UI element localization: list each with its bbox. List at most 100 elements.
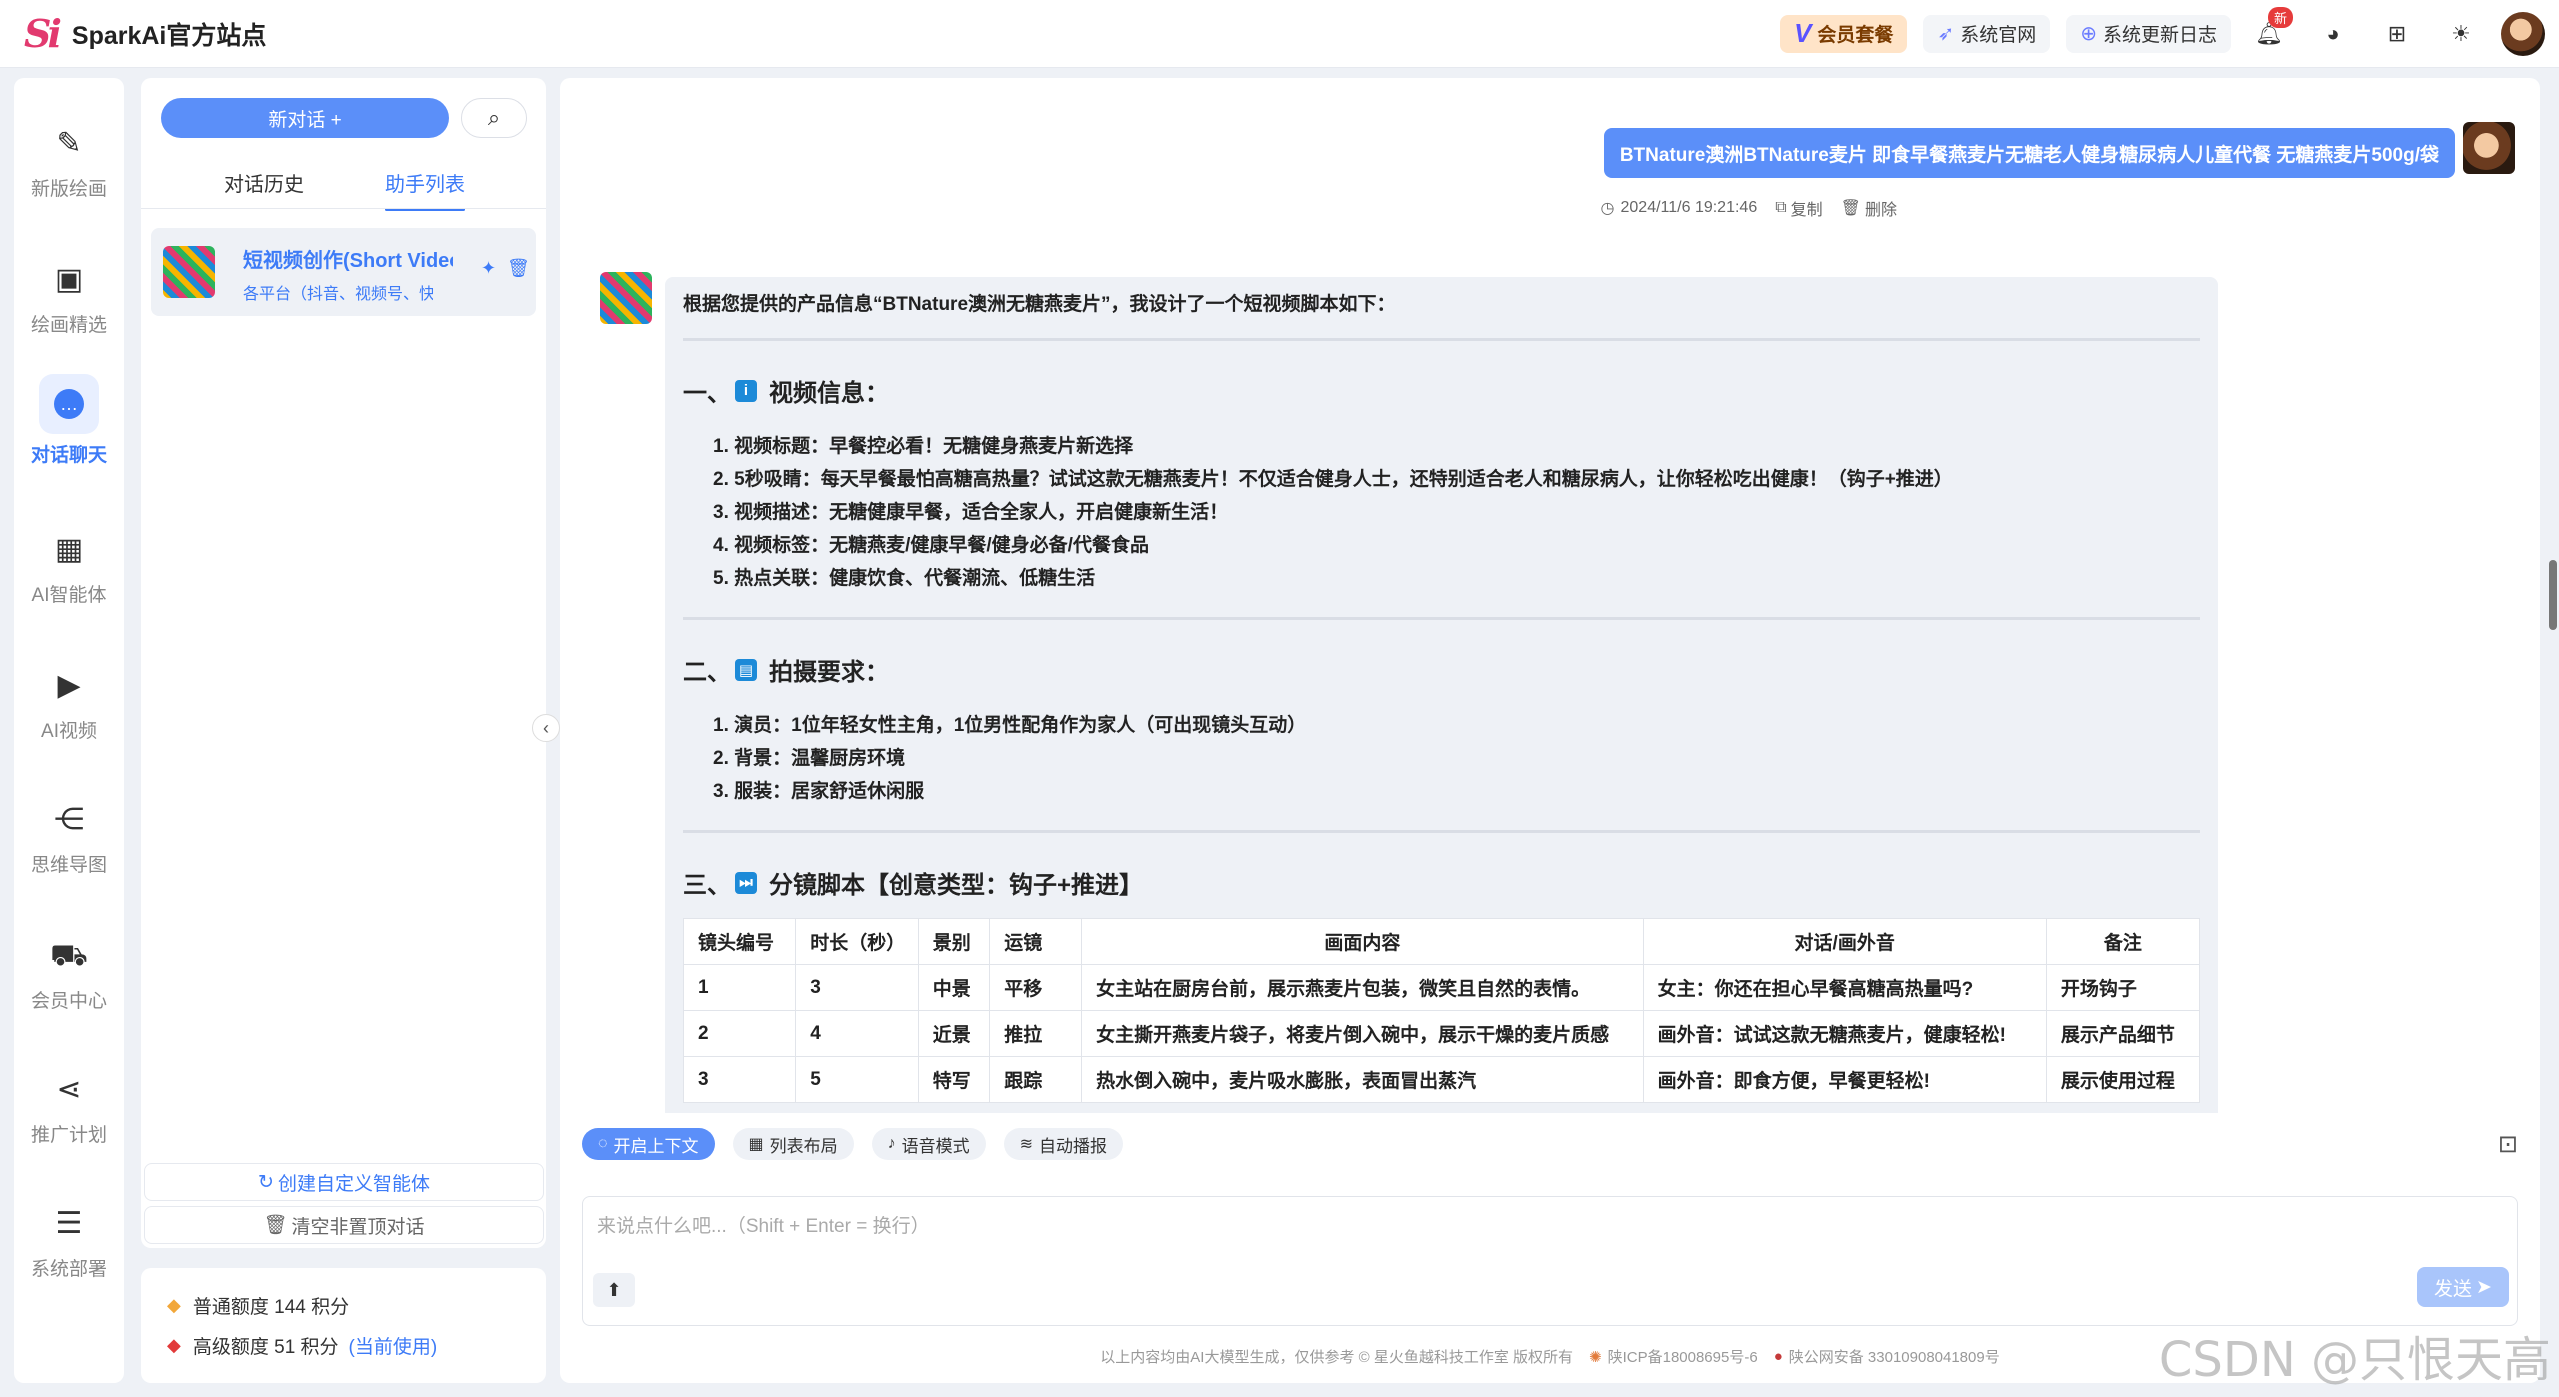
- pin-icon[interactable]: ✦: [481, 258, 496, 279]
- nav-label: 思维导图: [30, 855, 107, 876]
- create-agent-button[interactable]: ↻ 创建自定义智能体: [144, 1163, 544, 1201]
- table-cell: 跟踪: [989, 1056, 1083, 1103]
- normal-quota-text: 普通额度 144 积分: [192, 1297, 350, 1318]
- user-message: BTNature澳洲BTNature麦片 即食早餐燕麦片无糖老人健身糖尿病人儿童…: [1603, 128, 2455, 178]
- footer-disclaimer: 以上内容均由AI大模型生成，仅供参考 © 星火鱼越科技工作室 版权所有: [1100, 1349, 1574, 1366]
- table-cell: 2: [682, 1010, 797, 1057]
- chat-bubble-icon: …: [54, 389, 84, 419]
- tab-history[interactable]: 对话历史: [224, 168, 304, 197]
- send-label: 发送: [2434, 1278, 2473, 1300]
- storyboard-table: 镜头编号 时长（秒） 景别 运镜 画面内容 对话/画外音 备注 1 3 中景 平: [682, 918, 2201, 1103]
- nav-item-referral[interactable]: ⋖ 推广计划: [14, 1070, 124, 1147]
- chat-scroll-area[interactable]: BTNature澳洲BTNature麦片 即食早餐燕麦片无糖老人健身糖尿病人儿童…: [560, 78, 2540, 1113]
- nav-item-agents[interactable]: ▦ AI智能体: [14, 530, 124, 607]
- search-icon: ⌕: [487, 105, 501, 130]
- voice-label: 语音模式: [901, 1136, 970, 1156]
- left-nav: ✎ 新版绘画 ▣ 绘画精选 … 对话聊天 ▦ AI智能体 ▶ AI视频 ⋲ 思维…: [14, 78, 124, 1383]
- chat-input[interactable]: [597, 1211, 2197, 1261]
- table-cell: 近景: [917, 1010, 991, 1057]
- changelog-button[interactable]: ⊕ 系统更新日志: [2066, 14, 2231, 53]
- copy-link[interactable]: 复制: [1791, 196, 1823, 220]
- nav-item-new-drawing[interactable]: ✎ 新版绘画: [14, 124, 124, 201]
- context-toggle[interactable]: ◌ 开启上下文: [582, 1128, 715, 1160]
- bot-message: 根据您提供的产品信息“BTNature澳洲无糖燕麦片”，我设计了一个短视频脚本如…: [665, 277, 2218, 1113]
- table-row: 2 4 近景 推拉 女主撕开燕麦片袋子，将麦片倒入碗中，展示干燥的麦片质感 画外…: [682, 1010, 2201, 1057]
- nav-label: 会员中心: [30, 991, 107, 1012]
- search-button[interactable]: ⌕: [461, 98, 527, 138]
- list-item: 1. 视频标题：早餐控必看！无糖健身燕麦片新选择: [713, 436, 1134, 457]
- voice-mode-toggle[interactable]: ♪ 语音模式: [871, 1128, 986, 1160]
- autoplay-toggle[interactable]: ≋ 自动播报: [1003, 1128, 1124, 1160]
- table-cell: 3: [682, 1056, 797, 1103]
- normal-quota: ◆ 普通额度 144 积分: [167, 1292, 349, 1319]
- robot-icon[interactable]: ⊡: [2498, 1130, 2518, 1159]
- vip-button[interactable]: V 会员套餐: [1780, 14, 1908, 53]
- new-chat-button[interactable]: 新对话 +: [161, 98, 449, 138]
- nav-label: 系统部署: [30, 1259, 107, 1280]
- upload-button[interactable]: ⬆: [593, 1273, 635, 1307]
- refresh-icon: ↻: [258, 1171, 274, 1193]
- divider: [683, 617, 2200, 620]
- nav-label: 对话聊天: [30, 445, 107, 466]
- theme-toggle-button[interactable]: ☀: [2435, 15, 2487, 53]
- section-number: 一、: [683, 380, 731, 407]
- table-cell: 3: [795, 964, 919, 1011]
- list-item: 1. 演员：1位年轻女性主角，1位男性配角作为家人（可出现镜头互动）: [713, 715, 1307, 736]
- nav-label: 绘画精选: [30, 315, 107, 336]
- gift-button[interactable]: ⊞: [2371, 15, 2423, 53]
- table-cell: 4: [795, 1010, 919, 1057]
- current-use-link[interactable]: (当前使用): [349, 1332, 438, 1359]
- list-item: 3. 服装：居家舒适休闲服: [713, 781, 925, 802]
- trash-icon[interactable]: 🗑︎: [1841, 198, 1861, 218]
- official-site-button[interactable]: ➶ 系统官网: [1923, 14, 2051, 53]
- nav-item-mindmap[interactable]: ⋲ 思维导图: [14, 800, 124, 877]
- section-heading: 视频信息：: [769, 380, 889, 407]
- table-cell: 女主：你还在担心早餐高糖高热量吗?: [1642, 964, 2047, 1011]
- server-icon: ☰: [55, 1207, 83, 1240]
- nav-item-chat[interactable]: … 对话聊天: [14, 374, 124, 467]
- icp-icon: ✺: [1589, 1348, 1602, 1366]
- shooting-req-list: 1. 演员：1位年轻女性主角，1位男性配角作为家人（可出现镜头互动） 2. 背景…: [713, 709, 2200, 808]
- section-heading: 分镜脚本【创意类型：钩子+推进】: [769, 872, 1144, 899]
- site-logo[interactable]: Si SparkAi官方站点: [24, 11, 266, 56]
- wave-icon: ≋: [1019, 1136, 1034, 1153]
- logo-mark: Si: [24, 11, 62, 56]
- table-header: 对话/画外音: [1642, 918, 2047, 965]
- wechat-button[interactable]: ◕: [2307, 15, 2359, 53]
- section-number: 二、: [683, 659, 731, 686]
- table-header-row: 镜头编号 时长（秒） 景别 运镜 画面内容 对话/画外音 备注: [682, 918, 2201, 965]
- layout-toggle[interactable]: ▦ 列表布局: [732, 1128, 854, 1160]
- copy-icon[interactable]: ⧉: [1775, 199, 1786, 217]
- clear-chats-button[interactable]: 🗑︎ 清空非置顶对话: [144, 1206, 544, 1244]
- list-item: 5. 热点关联：健康饮食、代餐潮流、低糖生活: [713, 568, 1096, 589]
- nav-item-membership[interactable]: ⛟ 会员中心: [14, 936, 124, 1013]
- delete-link[interactable]: 删除: [1865, 196, 1897, 220]
- footer-icp[interactable]: 陕ICP备18008695号-6: [1608, 1346, 1758, 1367]
- table-cell: 5: [795, 1056, 919, 1103]
- table-row: 3 5 特写 跟踪 热水倒入碗中，麦片吸水膨胀，表面冒出蒸汽 画外音：即食方便，…: [682, 1056, 2201, 1103]
- trash-icon[interactable]: 🗑︎: [507, 258, 530, 279]
- nav-label: 推广计划: [30, 1125, 107, 1146]
- notification-button[interactable]: 🔔︎ 新: [2243, 6, 2295, 53]
- calendar-icon: ▤: [735, 658, 757, 681]
- create-agent-label: 创建自定义智能体: [277, 1173, 430, 1195]
- list-item: 2. 背景：温馨厨房环境: [713, 748, 906, 769]
- user-avatar[interactable]: [2501, 11, 2545, 56]
- nav-item-video[interactable]: ▶ AI视频: [14, 666, 124, 743]
- table-header: 运镜: [989, 918, 1083, 965]
- video-info-list: 1. 视频标题：早餐控必看！无糖健身燕麦片新选择 2. 5秒吸睛：每天早餐最怕高…: [713, 430, 2200, 595]
- assistant-card[interactable]: 短视频创作(Short Video 各平台（抖音、视频号、快手 ✦ 🗑︎: [151, 228, 536, 316]
- send-button[interactable]: 发送 ➤: [2417, 1267, 2509, 1307]
- tab-assistants[interactable]: 助手列表: [385, 168, 465, 211]
- divider: [683, 830, 2200, 833]
- bot-intro: 根据您提供的产品信息“BTNature澳洲无糖燕麦片”，我设计了一个短视频脚本如…: [683, 294, 1396, 315]
- table-cell: 热水倒入碗中，麦片吸水膨胀，表面冒出蒸汽: [1081, 1056, 1644, 1103]
- chat-input-box: ⬆ 发送 ➤: [582, 1196, 2518, 1326]
- collapse-panel-button[interactable]: ‹: [532, 714, 560, 742]
- nav-item-gallery[interactable]: ▣ 绘画精选: [14, 260, 124, 337]
- vip-icon: V: [1794, 18, 1812, 48]
- list-item: 4. 视频标签：无糖燕麦/健康早餐/健身必备/代餐食品: [713, 535, 1149, 556]
- footer-police[interactable]: 陕公网安备 33010908041809号: [1789, 1346, 2000, 1367]
- nav-item-deploy[interactable]: ☰ 系统部署: [14, 1204, 124, 1281]
- scrollbar[interactable]: [2549, 560, 2557, 630]
